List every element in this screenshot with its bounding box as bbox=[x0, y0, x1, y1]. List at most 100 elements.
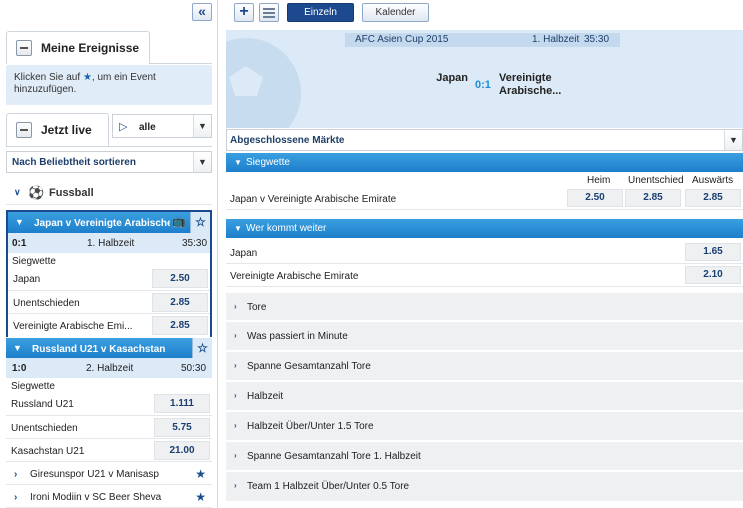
live-title: Jetzt live bbox=[41, 123, 92, 137]
score-row: 0:1 1. Halbzeit 35:30 bbox=[8, 233, 210, 253]
odds-button[interactable]: 1.65 bbox=[685, 243, 741, 261]
market-row-collapsed[interactable]: › Tore bbox=[226, 293, 743, 321]
market-header-next-round[interactable]: ▼ Wer kommt weiter bbox=[226, 219, 743, 238]
odds-row[interactable]: Kasachstan U21 21.00 bbox=[6, 439, 212, 462]
market-label: Siegwette bbox=[11, 381, 55, 392]
chevron-right-icon: › bbox=[234, 331, 237, 340]
market-header-siegwette[interactable]: ▼ Siegwette bbox=[226, 153, 743, 172]
odds-button[interactable]: 21.00 bbox=[154, 441, 210, 460]
my-events-tab[interactable]: Meine Ereignisse bbox=[6, 31, 150, 64]
chevron-down-icon: ▼ bbox=[234, 224, 242, 233]
odds-row[interactable]: Russland U21 1.111 bbox=[6, 392, 212, 416]
odds-row[interactable]: Unentschieden 5.75 bbox=[6, 416, 212, 439]
favorite-star-icon[interactable]: ★ bbox=[195, 467, 206, 481]
odds-button[interactable]: 2.85 bbox=[152, 316, 208, 335]
favorite-star-icon[interactable]: ☆ bbox=[192, 338, 212, 358]
chevron-down-icon: ∨ bbox=[14, 187, 21, 197]
event-card-selected[interactable]: ▼ Japan v Vereinigte Arabische Emirate 📺… bbox=[6, 210, 212, 337]
chevron-right-icon: › bbox=[14, 492, 18, 503]
away-team-line1: Vereinigte bbox=[499, 72, 552, 84]
single-bet-button[interactable]: Einzeln bbox=[287, 3, 354, 22]
football-watermark-icon bbox=[226, 38, 301, 128]
event-header[interactable]: ▼ Japan v Vereinigte Arabische Emirate 📺… bbox=[8, 212, 210, 233]
event-time: 35:30 bbox=[182, 238, 208, 249]
chevron-right-icon: › bbox=[234, 391, 237, 400]
market-row-collapsed[interactable]: › Was passiert in Minute bbox=[226, 322, 743, 351]
odds-row[interactable]: Unentschieden 2.85 bbox=[8, 291, 210, 314]
chevron-right-icon: › bbox=[14, 469, 18, 480]
next-round-row: Vereinigte Arabische Emirate 2.10 bbox=[226, 264, 743, 287]
sport-section-header[interactable]: ∨ ⚽ Fussball bbox=[6, 181, 212, 205]
market-row-collapsed[interactable]: › Spanne Gesamtanzahl Tore 1. Halbzeit bbox=[226, 442, 743, 471]
event-name: Ironi Modiin v SC Beer Sheva bbox=[30, 492, 162, 503]
odds-button[interactable]: 2.85 bbox=[152, 293, 208, 312]
chevron-down-icon: ▼ bbox=[234, 158, 242, 167]
market-title: Was passiert in Minute bbox=[247, 331, 348, 342]
match-score: 0:1 bbox=[475, 79, 491, 91]
col-away: Auswärts bbox=[692, 175, 734, 186]
odds-label: Unentschieden bbox=[13, 298, 80, 309]
odds-button[interactable]: 2.10 bbox=[685, 266, 741, 284]
event-period: 2. Halbzeit bbox=[86, 363, 134, 374]
next-round-row: Japan 1.65 bbox=[226, 241, 743, 264]
odds-button[interactable]: 2.50 bbox=[152, 269, 208, 288]
minus-icon[interactable] bbox=[16, 40, 32, 56]
add-icon[interactable]: + bbox=[234, 3, 254, 22]
markets-dropdown[interactable]: Abgeschlossene Märkte ▼ bbox=[226, 129, 743, 151]
odds-button[interactable]: 5.75 bbox=[154, 418, 210, 437]
event-score: 1:0 bbox=[12, 363, 27, 374]
row-label: Vereinigte Arabische Emirate bbox=[230, 271, 359, 282]
competition-name: AFC Asien Cup 2015 bbox=[355, 34, 449, 45]
market-row-collapsed[interactable]: › Spanne Gesamtanzahl Tore bbox=[226, 352, 743, 381]
event-header[interactable]: ▼ Russland U21 v Kasachstan ☆ bbox=[6, 338, 212, 358]
event-score: 0:1 bbox=[12, 238, 27, 249]
odds-button-away[interactable]: 2.85 bbox=[685, 189, 741, 207]
market-row-collapsed[interactable]: › Team 1 Halbzeit Über/Unter 0.5 Tore bbox=[226, 472, 743, 502]
sport-filter-dropdown[interactable]: ▷ alle ▼ bbox=[112, 114, 212, 138]
event-list-item[interactable]: › Giresunspor U21 v Manisasp ★ bbox=[6, 463, 212, 485]
col-home: Heim bbox=[587, 175, 611, 186]
my-events-info: Klicken Sie auf ★, um ein Event hinzuzuf… bbox=[6, 65, 212, 105]
filter-value: alle bbox=[139, 122, 156, 133]
odds-label: Japan bbox=[13, 274, 41, 285]
sort-dropdown[interactable]: Nach Beliebtheit sortieren ▼ bbox=[6, 151, 212, 173]
event-name: Japan v Vereinigte Arabische Emirate bbox=[34, 218, 170, 229]
odds-label: Vereinigte Arabische Emi... bbox=[13, 321, 133, 332]
market-label: Siegwette bbox=[12, 256, 56, 267]
list-view-icon[interactable] bbox=[259, 3, 279, 22]
event-list-item[interactable]: › Ironi Modiin v SC Beer Sheva ★ bbox=[6, 486, 212, 508]
left-sidebar: « Meine Ereignisse Klicken Sie auf ★, um… bbox=[0, 0, 218, 508]
chevron-right-icon: › bbox=[234, 421, 237, 430]
home-team: Japan bbox=[436, 72, 468, 84]
event-time: 50:30 bbox=[181, 363, 207, 374]
odds-button-home[interactable]: 2.50 bbox=[567, 189, 623, 207]
odds-label: Unentschieden bbox=[11, 423, 78, 434]
market-row-collapsed[interactable]: › Halbzeit Über/Unter 1.5 Tore bbox=[226, 412, 743, 441]
event-period: 1. Halbzeit bbox=[87, 238, 135, 249]
star-icon: ★ bbox=[82, 72, 92, 83]
favorite-star-icon[interactable]: ☆ bbox=[190, 212, 210, 233]
market-title: Siegwette bbox=[246, 157, 290, 168]
siegwette-columns: Heim Unentschied Auswärts bbox=[226, 172, 743, 187]
collapse-sidebar-button[interactable]: « bbox=[192, 3, 212, 21]
live-tab[interactable]: Jetzt live bbox=[6, 113, 109, 146]
event-name: Russland U21 v Kasachstan bbox=[32, 344, 166, 355]
odds-label: Kasachstan U21 bbox=[11, 446, 85, 457]
favorite-star-icon[interactable]: ★ bbox=[195, 490, 206, 504]
info-text-before: Klicken Sie auf bbox=[14, 72, 81, 83]
calendar-button[interactable]: Kalender bbox=[362, 3, 429, 22]
chevron-right-icon: › bbox=[234, 481, 237, 490]
odds-button-draw[interactable]: 2.85 bbox=[625, 189, 681, 207]
play-icon: ▷ bbox=[119, 121, 128, 133]
odds-row[interactable]: Vereinigte Arabische Emi... 2.85 bbox=[8, 314, 210, 337]
market-title: Wer kommt weiter bbox=[246, 223, 327, 234]
market-row-collapsed[interactable]: › Halbzeit bbox=[226, 382, 743, 411]
odds-button[interactable]: 1.111 bbox=[154, 394, 210, 413]
row-label: Japan v Vereinigte Arabische Emirate bbox=[230, 194, 397, 205]
minus-icon[interactable] bbox=[16, 122, 32, 138]
market-title: Tore bbox=[247, 302, 267, 313]
market-title: Spanne Gesamtanzahl Tore 1. Halbzeit bbox=[247, 451, 421, 462]
score-row: 1:0 2. Halbzeit 50:30 bbox=[6, 358, 212, 378]
market-title: Spanne Gesamtanzahl Tore bbox=[247, 361, 371, 372]
odds-row[interactable]: Japan 2.50 bbox=[8, 267, 210, 291]
